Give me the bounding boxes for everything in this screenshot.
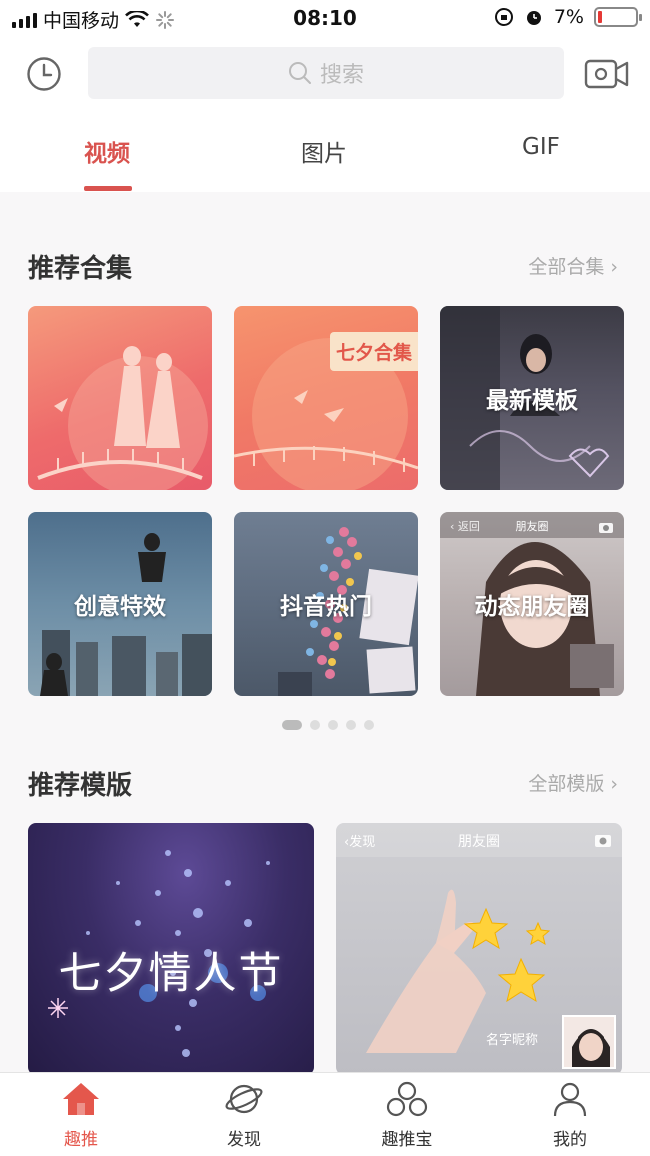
status-right: 7% xyxy=(494,6,642,28)
circles-icon xyxy=(386,1081,428,1117)
pager-dot[interactable] xyxy=(346,720,356,730)
search-icon xyxy=(288,62,311,84)
history-clock-icon[interactable] xyxy=(26,56,62,92)
qixi-collection-tag: 七夕合集 xyxy=(329,332,418,371)
collections-title: 推荐合集 xyxy=(28,254,133,284)
nav-item-qutui[interactable]: 趣推 xyxy=(31,1081,131,1150)
video-camera-icon[interactable] xyxy=(584,56,630,92)
tab-image[interactable]: 图片 xyxy=(301,134,347,168)
battery-icon xyxy=(594,7,642,27)
alarm-icon xyxy=(526,11,541,25)
creative-effects-label: 创意特效 xyxy=(74,594,166,620)
bottom-navigation: 趣推 发现 趣推宝 我的 xyxy=(0,1072,650,1156)
collection-card-qixi-art[interactable] xyxy=(28,306,212,490)
carousel-pager xyxy=(282,720,374,730)
active-tab-indicator xyxy=(84,186,132,191)
all-collections-link[interactable]: 全部合集 › xyxy=(528,252,618,279)
nav-item-discover[interactable]: 发现 xyxy=(194,1081,294,1150)
qixi-couple-illustration xyxy=(37,346,208,490)
avatar xyxy=(562,1015,616,1069)
tab-video[interactable]: 视频 xyxy=(84,134,130,168)
collection-card-latest-templates[interactable]: 最新模板 xyxy=(440,306,624,490)
pager-dot-active[interactable] xyxy=(282,720,302,730)
moments-label: 动态朋友圈 xyxy=(474,594,590,620)
user-icon xyxy=(553,1082,587,1117)
nav-item-qutuibao[interactable]: 趣推宝 xyxy=(357,1081,457,1150)
templates-title: 推荐模版 xyxy=(28,771,133,801)
header: 搜索 视频 图片 GIF xyxy=(0,36,650,192)
pager-dot[interactable] xyxy=(310,720,320,730)
pager-dot[interactable] xyxy=(364,720,374,730)
collection-card-creative-effects[interactable]: 创意特效 xyxy=(28,512,212,696)
nav-label-discover: 发现 xyxy=(227,1130,261,1150)
all-templates-label: 全部模版 xyxy=(528,773,605,795)
all-collections-label: 全部合集 xyxy=(528,256,605,278)
nav-item-mine[interactable]: 我的 xyxy=(520,1081,620,1150)
tab-gif[interactable]: GIF xyxy=(522,134,560,160)
search-placeholder: 搜索 xyxy=(319,63,364,88)
collection-card-douyin-hot[interactable]: 抖音热门 xyxy=(234,512,418,696)
nav-label-mine: 我的 xyxy=(553,1130,587,1150)
pager-dot[interactable] xyxy=(328,720,338,730)
orientation-lock-icon xyxy=(494,8,513,26)
category-tabs: 视频 图片 GIF xyxy=(0,124,650,192)
search-input[interactable]: 搜索 xyxy=(88,47,564,99)
collection-card-qixi[interactable]: 七夕合集 xyxy=(234,306,418,490)
qixi-valentine-title: 七夕情人节 xyxy=(58,949,284,999)
latest-templates-label: 最新模板 xyxy=(486,388,578,414)
planet-icon xyxy=(225,1084,263,1114)
collection-card-moments[interactable]: ‹ 返回 朋友圈 动态朋友圈 xyxy=(440,512,624,696)
template-card-moments[interactable]: ‹发现 朋友圈 名字昵称 xyxy=(336,823,622,1075)
home-icon xyxy=(63,1083,99,1115)
douyin-hot-label: 抖音热门 xyxy=(280,594,372,620)
template-card-qixi-valentine[interactable]: 七夕情人节 xyxy=(28,823,314,1075)
nav-label-qutui: 趣推 xyxy=(64,1130,98,1150)
nav-label-qutuibao: 趣推宝 xyxy=(381,1130,433,1150)
all-templates-link[interactable]: 全部模版 › xyxy=(528,769,618,796)
chevron-right-icon: › xyxy=(610,773,618,795)
battery-percent: 7% xyxy=(553,6,584,28)
chevron-right-icon: › xyxy=(610,256,618,278)
status-bar: 中国移动 08:10 7% xyxy=(0,0,650,36)
moments-nickname: 名字昵称 xyxy=(486,1033,539,1048)
